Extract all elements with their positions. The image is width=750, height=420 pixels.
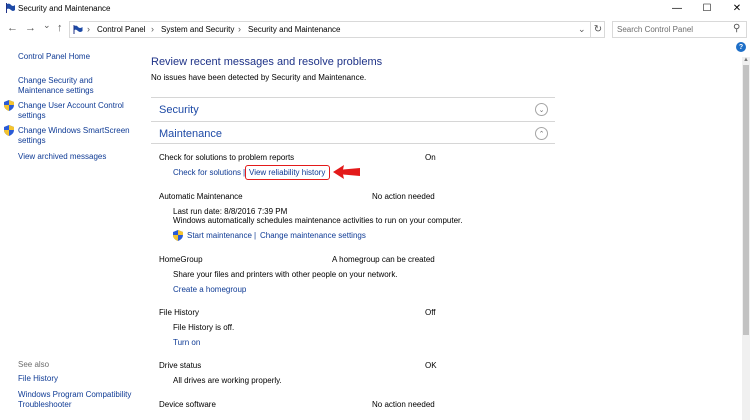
- security-section-header[interactable]: Security: [159, 104, 199, 116]
- automatic-maintenance-label: Automatic Maintenance: [159, 192, 243, 201]
- file-history-info: File History is off.: [173, 323, 235, 332]
- annotation-highlight-box: [245, 165, 330, 180]
- last-run-date: Last run date: 8/8/2016 7:39 PM: [173, 207, 288, 216]
- drive-status-info: All drives are working properly.: [173, 376, 282, 385]
- page-description: No issues have been detected by Security…: [151, 73, 367, 82]
- uac-shield-icon: [173, 230, 183, 241]
- maintenance-collapse-icon[interactable]: ⌃: [535, 127, 548, 140]
- refresh-button[interactable]: ↻: [590, 22, 605, 37]
- breadcrumb-separator: ›: [238, 24, 241, 34]
- divider: [151, 143, 555, 144]
- problem-reports-label: Check for solutions to problem reports: [159, 153, 295, 162]
- sidebar-change-security-settings[interactable]: Change Security and Maintenance settings: [18, 76, 118, 96]
- back-button[interactable]: ←: [7, 22, 18, 34]
- drive-status-value: OK: [425, 361, 437, 370]
- breadcrumb-system-and-security[interactable]: System and Security: [161, 25, 234, 34]
- maintenance-section-header[interactable]: Maintenance: [159, 128, 222, 140]
- uac-shield-icon: [4, 125, 14, 136]
- help-icon[interactable]: ?: [736, 42, 746, 52]
- homegroup-info: Share your files and printers with other…: [173, 270, 398, 279]
- forward-button[interactable]: →: [25, 22, 36, 34]
- divider: [151, 97, 555, 98]
- file-history-label: File History: [159, 308, 200, 317]
- problem-reports-status: On: [425, 153, 436, 162]
- maximize-button[interactable]: ☐: [692, 0, 722, 17]
- create-homegroup-link[interactable]: Create a homegroup: [173, 285, 246, 294]
- see-also-file-history[interactable]: File History: [18, 374, 58, 384]
- automatic-maintenance-status: No action needed: [372, 192, 435, 201]
- change-maintenance-settings-link[interactable]: Change maintenance settings: [260, 231, 366, 240]
- device-software-label: Device software: [159, 400, 216, 409]
- recent-locations-button[interactable]: ⌄: [43, 20, 51, 31]
- homegroup-label: HomeGroup: [159, 255, 203, 264]
- sidebar-control-panel-home[interactable]: Control Panel Home: [18, 52, 90, 62]
- security-expand-icon[interactable]: ⌄: [535, 103, 548, 116]
- close-button[interactable]: ✕: [722, 0, 750, 17]
- breadcrumb-separator: ›: [87, 24, 90, 34]
- page-title: Review recent messages and resolve probl…: [151, 56, 383, 68]
- up-button[interactable]: ↑: [57, 22, 63, 34]
- address-dropdown-icon[interactable]: ⌄: [578, 24, 586, 35]
- annotation-arrow-icon: [333, 165, 360, 179]
- breadcrumb-separator: ›: [151, 24, 154, 34]
- file-history-status: Off: [425, 308, 436, 317]
- breadcrumb-security-and-maintenance[interactable]: Security and Maintenance: [248, 25, 341, 34]
- check-for-solutions-link[interactable]: Check for solutions: [173, 168, 241, 177]
- uac-shield-icon: [4, 100, 14, 111]
- title-bar: [0, 0, 750, 17]
- scrollbar-thumb[interactable]: [743, 65, 749, 335]
- homegroup-status: A homegroup can be created: [332, 255, 435, 264]
- automatic-maintenance-info: Windows automatically schedules maintena…: [173, 216, 463, 225]
- scroll-up-icon[interactable]: ▲: [742, 57, 750, 63]
- device-software-status: No action needed: [372, 400, 435, 409]
- turn-on-file-history-link[interactable]: Turn on: [173, 338, 200, 347]
- window-title: Security and Maintenance: [18, 4, 111, 13]
- sidebar-change-smartscreen-settings[interactable]: Change Windows SmartScreen settings: [18, 126, 133, 146]
- link-separator: |: [254, 231, 257, 240]
- start-maintenance-link[interactable]: Start maintenance: [187, 231, 252, 240]
- sidebar-view-archived-messages[interactable]: View archived messages: [18, 152, 106, 162]
- search-placeholder: Search Control Panel: [617, 25, 694, 34]
- divider: [151, 121, 555, 122]
- see-also-compatibility-troubleshooter[interactable]: Windows Program Compatibility Troublesho…: [18, 390, 133, 410]
- flag-icon: [6, 3, 15, 13]
- sidebar-change-uac-settings[interactable]: Change User Account Control settings: [18, 101, 133, 121]
- see-also-heading: See also: [18, 360, 50, 369]
- minimize-button[interactable]: —: [662, 0, 692, 17]
- control-panel-flag-icon: [73, 25, 83, 34]
- breadcrumb-control-panel[interactable]: Control Panel: [97, 25, 145, 34]
- search-icon[interactable]: ⚲: [733, 23, 740, 34]
- drive-status-label: Drive status: [159, 361, 202, 370]
